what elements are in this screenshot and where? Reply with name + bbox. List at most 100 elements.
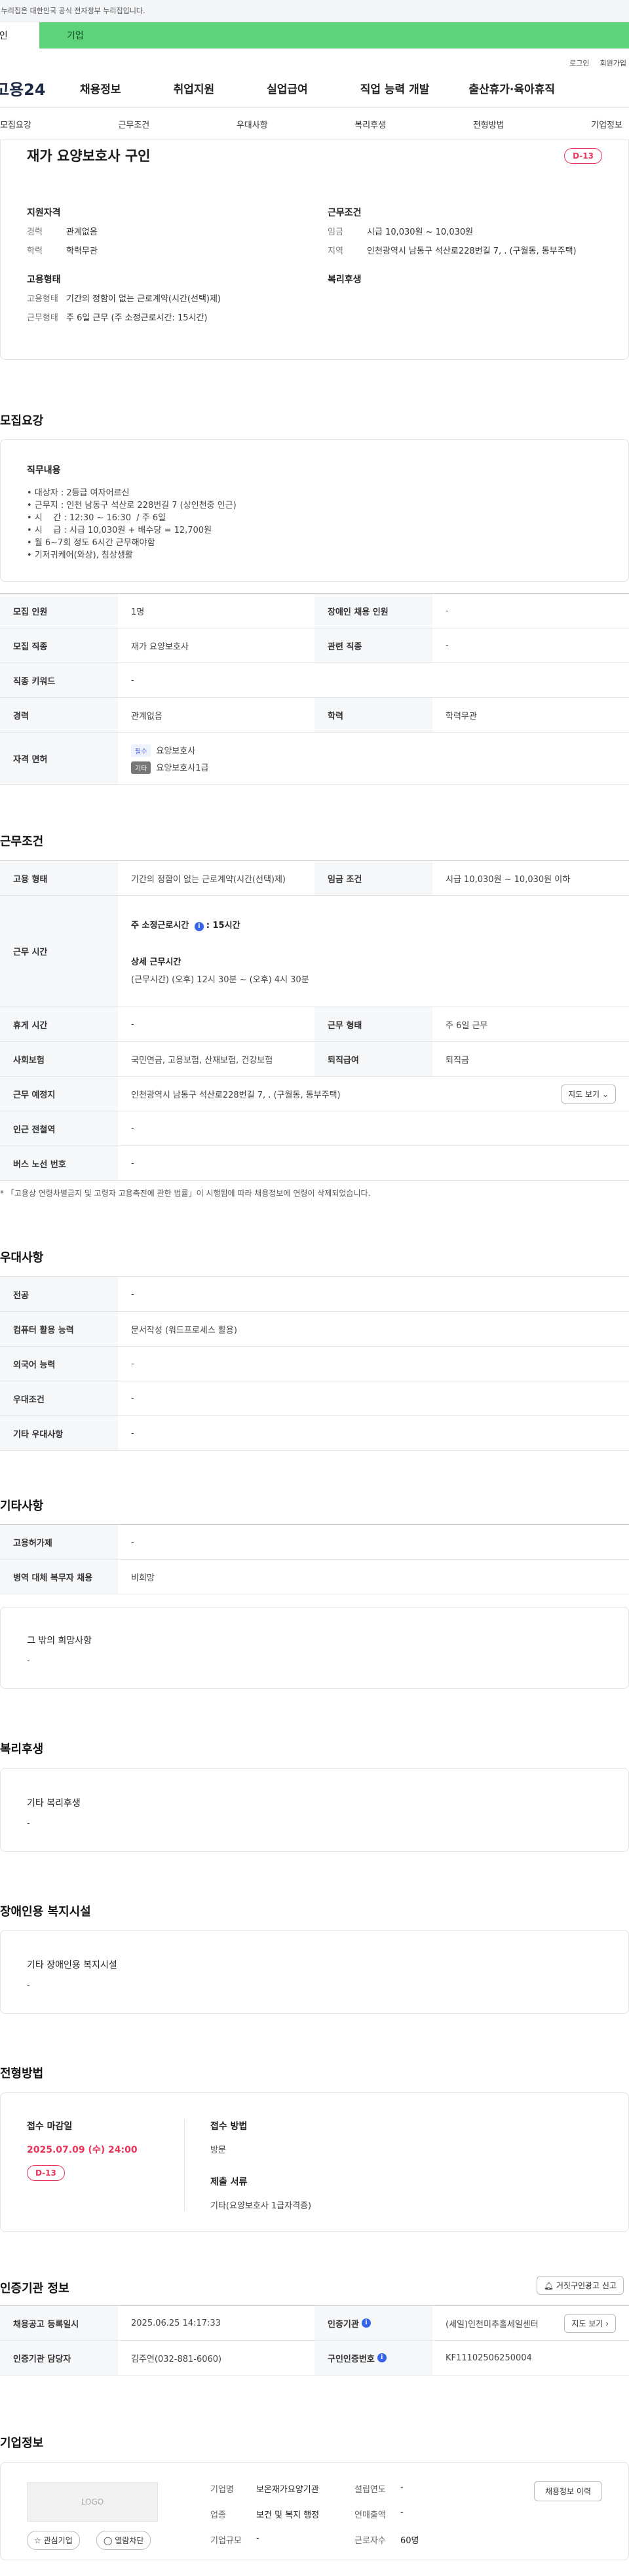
license-tag: 기타	[131, 761, 151, 774]
table-header: 고용 형태	[0, 861, 118, 895]
agency-name: (세일)인천미추홀세일센터	[446, 2319, 539, 2330]
table-header: 모집 직종	[0, 628, 118, 663]
job-history-label: 채용정보 이력	[544, 2487, 591, 2496]
login-link[interactable]: 로그인	[569, 58, 589, 68]
agency-cell: (세일)인천미추홀세일센터 지도 보기 ›	[432, 2306, 629, 2340]
table-header: 컴퓨터 활용 능력	[0, 1312, 118, 1346]
info-icon[interactable]: i	[194, 921, 204, 931]
company-key: 근로자수	[354, 2536, 386, 2546]
info-icon[interactable]: i	[361, 2318, 371, 2328]
summary-key: 고용형태	[27, 294, 58, 304]
welfare-value: -	[27, 1818, 30, 1828]
hours-cell: 주 소정근로시간 i: 15시간 상세 근무시간 (근무시간) (오후) 12시…	[118, 896, 629, 1007]
recruit-table: 모집 인원 1명 장애인 채용 인원 - 모집 직종 재가 요양보호사 관련 직…	[0, 593, 629, 785]
gnb-item-jobs[interactable]: 채용정보	[80, 80, 121, 96]
table-row: 버스 노선 번호 -	[0, 1146, 629, 1181]
conditions-heading: 근무조건	[328, 208, 362, 218]
other-wish-value: -	[27, 1656, 30, 1666]
report-fake-ad-button[interactable]: 🔔︎ 거짓구인광고 신고	[536, 2276, 624, 2295]
company-info-grid: 기업명 보온재가요양기관 설립연도 - 업종 보건 및 복지 행정 연매출액 - 기업규…	[210, 2482, 453, 2546]
docs-value: 기타(요양보호사 1급자격증)	[210, 2201, 312, 2211]
table-cell: 주 6일 근무	[446, 1020, 488, 1031]
map-button-label: 지도 보기	[568, 1089, 600, 1099]
table-header: 인근 전철역	[0, 1111, 118, 1145]
table-header: 채용공고 등록일시	[0, 2306, 118, 2340]
method-block: 접수 방법 방문 제출 서류 기타(요양보호사 1급자격증)	[210, 2119, 311, 2211]
gnb-item-unemployment-benefit[interactable]: 실업급여	[267, 80, 308, 96]
table-header: 근무 시간	[0, 896, 118, 1007]
anchor-tab-recruit[interactable]: 모집요강	[0, 118, 31, 130]
table-cell: -	[131, 1123, 134, 1134]
company-value: 60명	[400, 2536, 419, 2546]
summary-key: 지역	[328, 246, 343, 256]
table-row: 병역 대체 복무자 채용 비희망	[0, 1560, 629, 1594]
table-cell: 비희망	[131, 1573, 155, 1583]
logo-placeholder-text: LOGO	[81, 2497, 104, 2507]
company-box: LOGO ☆ 관심기업 ◯ 열람차단 기업명 보온재가요양기관 설립연도 - 업종 보…	[0, 2462, 629, 2560]
company-value: 보건 및 복지 행정	[256, 2510, 320, 2520]
table-header: 기타 우대사항	[0, 1416, 118, 1450]
summary-grid: 지원자격 경력 관계없음 학력 학력무관 근무조건 임금 시급 10,030원 ~ 1…	[27, 206, 602, 331]
table-row: 고용 형태 기간의 정함이 없는 근로계약(시간(선택)제) 임금 조건 시급 …	[0, 861, 629, 896]
map-button[interactable]: 지도 보기 ⌄	[561, 1084, 616, 1104]
company-key: 기업명	[210, 2485, 234, 2495]
block-view-button[interactable]: ◯ 열람차단	[96, 2531, 151, 2550]
summary-row: 지역 인천광역시 남동구 석산로228번길 7, . (구월동, 동부주택)	[328, 246, 602, 258]
weekly-hours-label: 주 소정근로시간	[131, 920, 189, 931]
detail-hours-value: (근무시간) (오후) 12시 30분 ~ (오후) 4시 30분	[131, 974, 309, 985]
site-logo[interactable]: 고용24	[0, 77, 73, 100]
anchor-tab-company[interactable]: 기업정보	[591, 118, 622, 130]
agency-table: 채용공고 등록일시 2025.06.25 14:17:33 인증기관 i (세일)…	[0, 2305, 629, 2375]
agency-map-button[interactable]: 지도 보기 ›	[564, 2313, 616, 2333]
table-header: 구인인증번호 i	[314, 2341, 432, 2375]
preference-table: 전공 - 컴퓨터 활용 능력 문서작성 (워드프로세스 활용) 외국어 능력 - 우대…	[0, 1277, 629, 1451]
table-header: 근무 형태	[314, 1007, 432, 1041]
anchor-tab-welfare[interactable]: 복리후생	[354, 118, 386, 130]
duty-line: • 월 6~7회 정도 6시간 근무해야함	[27, 538, 155, 548]
job-history-button[interactable]: 채용정보 이력	[533, 2481, 602, 2501]
welfare-heading: 복리후생	[328, 274, 362, 285]
table-row: 근무 시간 주 소정근로시간 i: 15시간 상세 근무시간 (근무시간) (오…	[0, 896, 629, 1007]
table-header: 병역 대체 복무자 채용	[0, 1560, 118, 1594]
duty-heading: 직무내용	[27, 465, 61, 476]
weekly-hours: 주 소정근로시간 i: 15시간	[131, 918, 240, 931]
tab-personal[interactable]: 개인	[0, 22, 39, 48]
favorite-company-button[interactable]: ☆ 관심기업	[27, 2531, 80, 2550]
user-type-tabs: 개인 기업	[0, 22, 629, 48]
table-header: 인증기관 담당자	[0, 2341, 118, 2375]
utility-links: 로그인 회원가입	[0, 48, 629, 68]
anchor-tab-selection[interactable]: 전형방법	[473, 118, 505, 130]
summary-key: 학력	[27, 246, 43, 256]
table-row: 직종 키워드 -	[0, 663, 629, 698]
gnb-item-employment-support[interactable]: 취업지원	[174, 80, 215, 96]
table-row: 채용공고 등록일시 2025.06.25 14:17:33 인증기관 i (세일)…	[0, 2306, 629, 2341]
table-cell: -	[131, 1358, 134, 1369]
summary-row: 임금 시급 10,030원 ~ 10,030원	[328, 227, 602, 239]
company-key: 설립연도	[354, 2485, 386, 2495]
anchor-tab-preference[interactable]: 우대사항	[237, 118, 268, 130]
duty-line: • 시 급 : 시급 10,030원 + 배수당 = 12,700원	[27, 526, 212, 535]
conditions-block: 근무조건 임금 시급 10,030원 ~ 10,030원 지역 인천광역시 남동구 …	[328, 206, 602, 265]
deadline-dday-badge: D-13	[27, 2165, 65, 2181]
gnb-item-parental-leave[interactable]: 출산휴가·육아휴직	[468, 80, 555, 96]
table-row: 우대조건 -	[0, 1381, 629, 1416]
table-row: 전공 -	[0, 1277, 629, 1312]
report-fake-ad-label: 거짓구인광고 신고	[556, 2281, 617, 2290]
duty-box: 직무내용 • 대상자 : 2등급 여자어르신 • 근무지 : 인천 남동구 석산…	[0, 439, 629, 582]
table-row: 인증기관 담당자 김주연(032-881-6060) 구인인증번호 i KF111…	[0, 2341, 629, 2375]
gnb-item-training[interactable]: 직업 능력 개발	[360, 80, 430, 96]
table-row: 휴게 시간 - 근무 형태 주 6일 근무	[0, 1007, 629, 1042]
method-heading: 접수 방법	[210, 2121, 248, 2132]
tab-company[interactable]: 기업	[39, 22, 629, 48]
anchor-tab-work[interactable]: 근무조건	[118, 118, 149, 130]
table-header: 버스 노선 번호	[0, 1146, 118, 1180]
table-cell: 2025.06.25 14:17:33	[131, 2318, 221, 2328]
table-header: 경력	[0, 698, 118, 732]
table-cell: -	[446, 606, 449, 616]
table-cell: KF11102506250004	[446, 2353, 532, 2363]
qualification-heading: 지원자격	[27, 208, 61, 218]
signup-link[interactable]: 회원가입	[600, 58, 626, 68]
table-header: 고용허가제	[0, 1525, 118, 1559]
section-title-disabled-facility: 장애인용 복지시설	[0, 1905, 91, 1919]
info-icon[interactable]: i	[377, 2353, 387, 2362]
